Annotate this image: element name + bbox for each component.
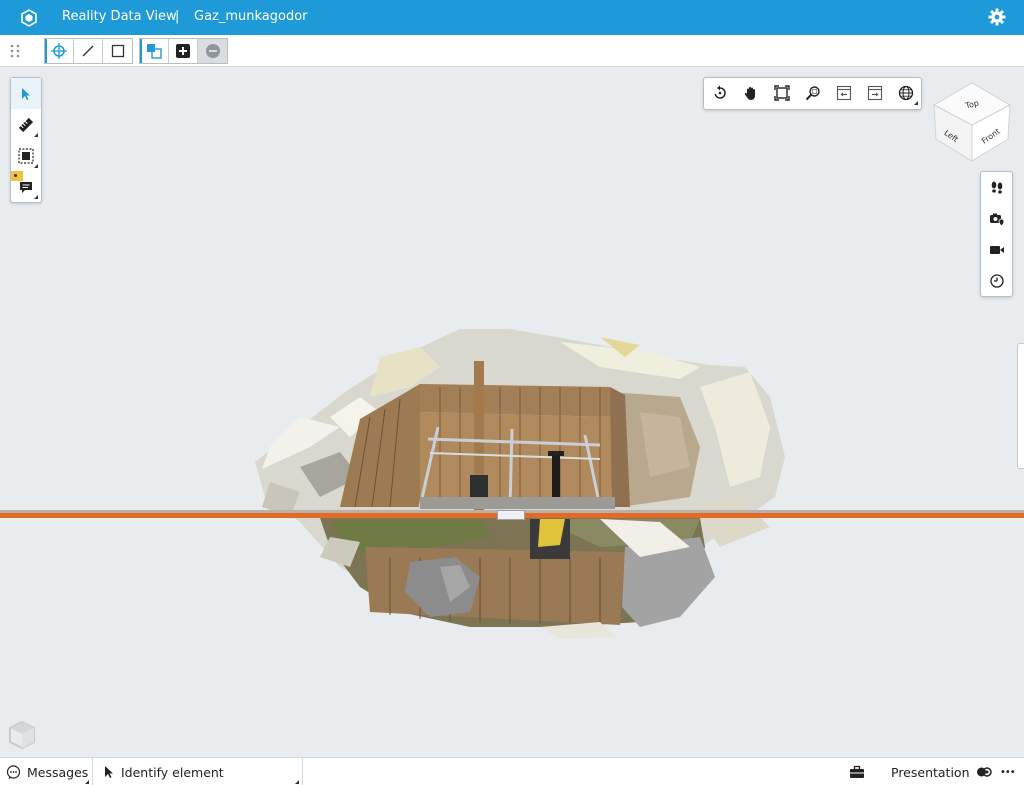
briefcase-icon bbox=[850, 765, 864, 778]
3d-cube-logo-icon bbox=[9, 720, 35, 750]
toolbox-button[interactable] bbox=[849, 758, 865, 785]
drag-grip-icon[interactable] bbox=[9, 43, 21, 59]
measure-tool-button[interactable] bbox=[11, 109, 41, 140]
title-separator: | bbox=[175, 9, 180, 24]
rotate-button[interactable] bbox=[704, 78, 735, 108]
globe-view-button[interactable] bbox=[890, 78, 921, 108]
select-tool-button[interactable] bbox=[11, 78, 41, 109]
presentation-icon bbox=[976, 767, 992, 777]
presentation-button[interactable]: Presentation bbox=[891, 758, 992, 785]
fit-selection-button[interactable] bbox=[11, 140, 41, 171]
side-panel-tab[interactable] bbox=[1017, 343, 1024, 469]
left-tool-panel bbox=[10, 77, 42, 203]
fit-view-button[interactable] bbox=[766, 78, 797, 108]
zoom-window-button[interactable] bbox=[797, 78, 828, 108]
project-name: Gaz_munkagodor bbox=[194, 9, 308, 24]
rectangle-tool-button[interactable] bbox=[103, 39, 132, 63]
next-view-button[interactable] bbox=[859, 78, 890, 108]
rectangle-icon bbox=[111, 44, 124, 58]
right-tool-panel bbox=[980, 171, 1013, 297]
video-camera-icon bbox=[989, 245, 1004, 254]
3d-viewport[interactable]: Top Left Front bbox=[0, 67, 1024, 757]
selection-tool-group bbox=[139, 38, 228, 64]
walk-button[interactable] bbox=[981, 172, 1012, 203]
reality-mesh-model bbox=[255, 329, 785, 639]
point-snap-icon bbox=[51, 43, 67, 59]
snap-tool-group bbox=[44, 38, 133, 64]
title-bar: Reality Data View | Gaz_munkagodor bbox=[0, 0, 1024, 35]
camera-location-button[interactable] bbox=[981, 203, 1012, 234]
messages-label: Messages bbox=[27, 764, 89, 780]
messages-icon bbox=[6, 764, 21, 779]
comment-tool-button[interactable] bbox=[11, 171, 41, 202]
add-button[interactable] bbox=[169, 39, 198, 63]
subtract-button[interactable] bbox=[198, 39, 227, 63]
cursor-arrow-icon bbox=[105, 766, 113, 778]
minus-icon bbox=[205, 44, 220, 58]
previous-view-button[interactable] bbox=[828, 78, 859, 108]
clip-plane-handle[interactable] bbox=[497, 510, 525, 520]
history-clock-icon bbox=[989, 273, 1004, 288]
plus-icon bbox=[176, 44, 190, 58]
identify-element-label: Identify element bbox=[121, 764, 224, 780]
view-tools-panel bbox=[703, 77, 922, 110]
app-logo-icon bbox=[21, 9, 37, 27]
flag-marker-icon bbox=[11, 171, 23, 181]
video-camera-button[interactable] bbox=[981, 234, 1012, 265]
camera-location-icon bbox=[989, 213, 1004, 227]
pan-hand-icon bbox=[744, 87, 755, 101]
next-view-icon bbox=[867, 85, 882, 101]
measure-ruler-icon bbox=[18, 117, 34, 132]
point-snap-button[interactable] bbox=[45, 39, 74, 63]
fit-to-view-icon bbox=[18, 147, 34, 164]
history-button[interactable] bbox=[981, 265, 1012, 296]
presentation-label: Presentation bbox=[891, 764, 970, 780]
line-icon bbox=[82, 45, 94, 57]
pan-button[interactable] bbox=[735, 78, 766, 108]
status-bar: Messages Identify element Presentation •… bbox=[0, 757, 1024, 785]
line-tool-button[interactable] bbox=[74, 39, 103, 63]
view-cube[interactable]: Top Left Front bbox=[930, 77, 1014, 167]
more-options-label: ••• bbox=[1000, 766, 1016, 778]
rotate-icon bbox=[713, 85, 726, 99]
identify-element-button[interactable]: Identify element bbox=[103, 758, 224, 785]
app-title: Reality Data View bbox=[62, 9, 177, 24]
more-options-button[interactable]: ••• bbox=[1000, 758, 1016, 785]
fit-view-icon bbox=[773, 85, 790, 101]
gear-icon[interactable] bbox=[988, 8, 1006, 26]
globe-icon bbox=[898, 85, 913, 101]
select-arrow-icon bbox=[22, 87, 30, 100]
messages-button[interactable]: Messages bbox=[6, 758, 88, 785]
main-toolbar bbox=[0, 35, 1024, 67]
select-add-icon bbox=[147, 44, 162, 59]
previous-view-icon bbox=[836, 85, 851, 101]
select-add-button[interactable] bbox=[140, 39, 169, 63]
walk-footprints-icon bbox=[991, 181, 1002, 194]
zoom-window-icon bbox=[805, 86, 820, 101]
comment-icon bbox=[20, 181, 32, 193]
